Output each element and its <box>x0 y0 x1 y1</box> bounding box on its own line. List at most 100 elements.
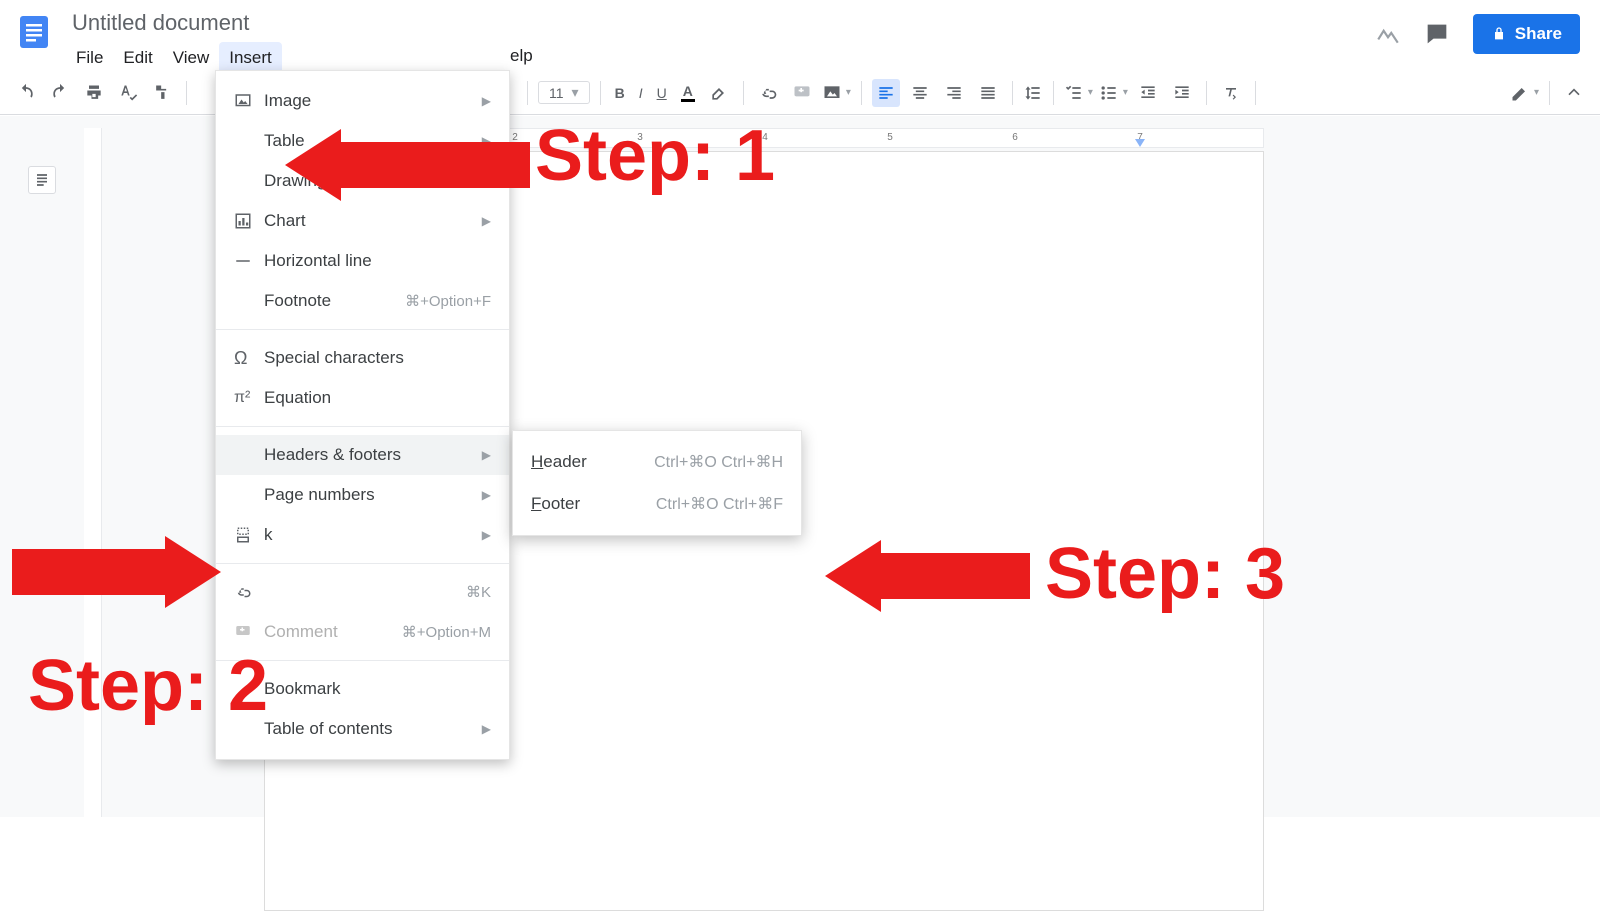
clear-formatting-button[interactable] <box>1217 79 1245 107</box>
text-color-button[interactable]: A <box>677 79 699 106</box>
menu-item-page-numbers[interactable]: Page numbers ▶ <box>216 475 509 515</box>
docs-logo-icon[interactable] <box>12 10 56 54</box>
insert-image-button[interactable]: ▾ <box>822 83 851 103</box>
menu-label: Footnote <box>264 291 405 311</box>
menu-label: Special characters <box>264 348 491 368</box>
submenu-item-header[interactable]: Header Ctrl+⌘O Ctrl+⌘H <box>513 441 801 483</box>
submenu-shortcut: Ctrl+⌘O Ctrl+⌘F <box>656 494 783 514</box>
menu-item-equation[interactable]: π² Equation <box>216 378 509 418</box>
title-bar: Untitled document File Edit View Insert … <box>0 0 1600 70</box>
menu-label: Headers & footers <box>264 445 482 465</box>
menu-item-chart[interactable]: Chart ▶ <box>216 201 509 241</box>
menu-shortcut: ⌘K <box>466 583 491 601</box>
checklist-button[interactable]: ▾ <box>1064 83 1093 103</box>
submenu-arrow-icon: ▶ <box>482 134 491 148</box>
submenu-shortcut: Ctrl+⌘O Ctrl+⌘H <box>654 452 783 472</box>
submenu-arrow-icon: ▶ <box>482 528 491 542</box>
chart-icon <box>234 212 264 230</box>
line-spacing-button[interactable] <box>1023 83 1043 103</box>
document-outline-button[interactable] <box>28 166 56 194</box>
pi-icon: π² <box>234 389 264 407</box>
menu-item-special-characters[interactable]: Ω Special characters <box>216 338 509 378</box>
submenu-arrow-icon: ▶ <box>482 448 491 462</box>
ruler-tick: 3 <box>637 132 643 143</box>
align-left-button[interactable] <box>872 79 900 107</box>
vertical-ruler[interactable] <box>84 128 102 817</box>
ruler-tick: 4 <box>762 132 768 143</box>
menu-view[interactable]: View <box>163 42 220 74</box>
menu-label: Horizontal line <box>264 251 491 271</box>
menu-shortcut: ⌘+Option+F <box>405 292 491 310</box>
menu-shortcut: ⌘+Option+M <box>402 623 491 641</box>
ruler-tick: 5 <box>887 132 893 143</box>
menu-item-table-of-contents[interactable]: Table of contents ▶ <box>216 709 509 749</box>
menu-file[interactable]: File <box>66 42 113 74</box>
highlight-button[interactable] <box>705 79 733 107</box>
menu-item-comment: Comment ⌘+Option+M <box>216 612 509 652</box>
menu-item-break[interactable]: k ▶ <box>216 515 509 555</box>
submenu-arrow-icon: ▶ <box>482 214 491 228</box>
submenu-arrow-icon: ▶ <box>482 488 491 502</box>
insert-comment-button[interactable] <box>788 79 816 107</box>
menu-label: Page numbers <box>264 485 482 505</box>
menu-label: Table of contents <box>264 719 482 739</box>
share-label: Share <box>1515 24 1562 44</box>
submenu-item-footer[interactable]: Footer Ctrl+⌘O Ctrl+⌘F <box>513 483 801 525</box>
comment-plus-icon <box>234 623 264 641</box>
submenu-arrow-icon: ▶ <box>482 722 491 736</box>
submenu-label: Footer <box>531 494 656 514</box>
print-button[interactable] <box>80 79 108 107</box>
submenu-arrow-icon: ▶ <box>482 174 491 188</box>
redo-button[interactable] <box>46 79 74 107</box>
undo-button[interactable] <box>12 79 40 107</box>
menu-label: Chart <box>264 211 482 231</box>
submenu-label: Header <box>531 452 654 472</box>
ruler-tick: 6 <box>1012 132 1018 143</box>
bold-button[interactable]: B <box>611 81 629 105</box>
menu-label: Image <box>264 91 482 111</box>
document-title[interactable]: Untitled document <box>66 8 282 38</box>
menu-item-footnote[interactable]: Footnote ⌘+Option+F <box>216 281 509 321</box>
paint-format-button[interactable] <box>148 79 176 107</box>
align-center-button[interactable] <box>906 79 934 107</box>
insert-dropdown-menu: Image ▶ Table ▶ Drawing ▶ Chart ▶ Horizo… <box>215 70 510 760</box>
insert-link-button[interactable] <box>754 79 782 107</box>
horizontal-line-icon <box>234 252 264 270</box>
menu-item-horizontal-line[interactable]: Horizontal line <box>216 241 509 281</box>
ruler-tick: 2 <box>512 132 518 143</box>
menu-item-headers-footers[interactable]: Headers & footers ▶ <box>216 435 509 475</box>
menu-item-link[interactable]: ⌘K <box>216 572 509 612</box>
page-break-icon <box>234 526 264 544</box>
italic-button[interactable]: I <box>635 81 647 105</box>
collapse-toolbar-button[interactable] <box>1560 79 1588 107</box>
headers-footers-submenu: Header Ctrl+⌘O Ctrl+⌘H Footer Ctrl+⌘O Ct… <box>512 430 802 536</box>
menu-edit[interactable]: Edit <box>113 42 162 74</box>
align-right-button[interactable] <box>940 79 968 107</box>
menu-label: Table <box>264 131 482 151</box>
decrease-indent-button[interactable] <box>1134 79 1162 107</box>
link-icon <box>234 583 264 601</box>
editing-mode-button[interactable]: ▾ <box>1510 83 1539 103</box>
menu-help-partial: elp <box>510 46 533 66</box>
menu-label: Bookmark <box>264 679 491 699</box>
font-size-value: 11 <box>549 85 564 101</box>
activity-icon[interactable] <box>1375 21 1401 47</box>
comments-icon[interactable] <box>1423 20 1451 48</box>
menu-item-drawing[interactable]: Drawing ▶ <box>216 161 509 201</box>
increase-indent-button[interactable] <box>1168 79 1196 107</box>
menu-label: Drawing <box>264 171 482 191</box>
menu-item-table[interactable]: Table ▶ <box>216 121 509 161</box>
omega-icon: Ω <box>234 348 264 369</box>
spellcheck-button[interactable] <box>114 79 142 107</box>
underline-button[interactable]: U <box>653 81 671 105</box>
menu-item-image[interactable]: Image ▶ <box>216 81 509 121</box>
share-button[interactable]: Share <box>1473 14 1580 54</box>
bulleted-list-button[interactable]: ▾ <box>1099 83 1128 103</box>
menu-label: Equation <box>264 388 491 408</box>
submenu-arrow-icon: ▶ <box>482 94 491 108</box>
menu-label: Comment <box>264 622 402 642</box>
font-size-input[interactable]: 11 ▾ <box>538 81 590 104</box>
menu-item-bookmark[interactable]: Bookmark <box>216 669 509 709</box>
align-justify-button[interactable] <box>974 79 1002 107</box>
image-icon <box>234 92 264 110</box>
